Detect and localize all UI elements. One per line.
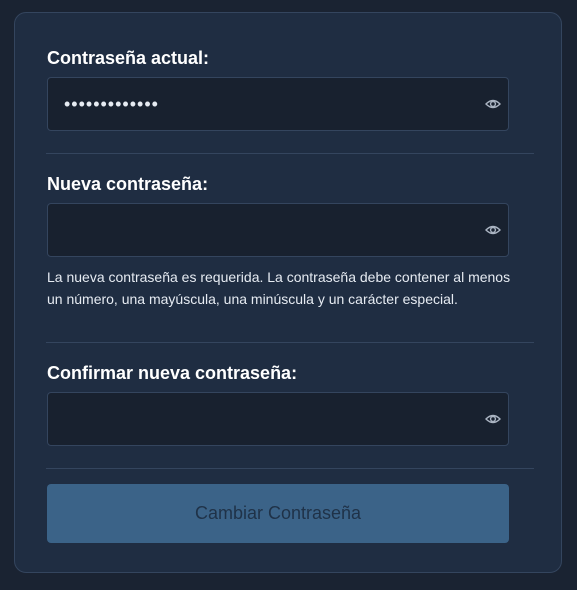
eye-icon[interactable] xyxy=(485,412,501,426)
eye-icon[interactable] xyxy=(485,223,501,237)
new-password-label: Nueva contraseña: xyxy=(47,174,209,194)
change-password-card: Contraseña actual: ••••••••••••• Nueva c… xyxy=(14,12,562,573)
current-password-field[interactable]: ••••••••••••• xyxy=(47,77,509,131)
change-password-button[interactable]: Cambiar Contraseña xyxy=(47,484,509,543)
current-password-label: Contraseña actual: xyxy=(47,48,210,68)
new-password-hint: La nueva contraseña es requerida. La con… xyxy=(47,269,511,307)
eye-icon[interactable] xyxy=(485,97,501,111)
new-password-field[interactable] xyxy=(47,203,509,257)
divider xyxy=(46,153,534,154)
current-password-value: ••••••••••••• xyxy=(64,94,159,114)
divider xyxy=(46,468,534,469)
confirm-password-label: Confirmar nueva contraseña: xyxy=(47,363,298,383)
divider xyxy=(46,342,534,343)
confirm-password-field[interactable] xyxy=(47,392,509,446)
